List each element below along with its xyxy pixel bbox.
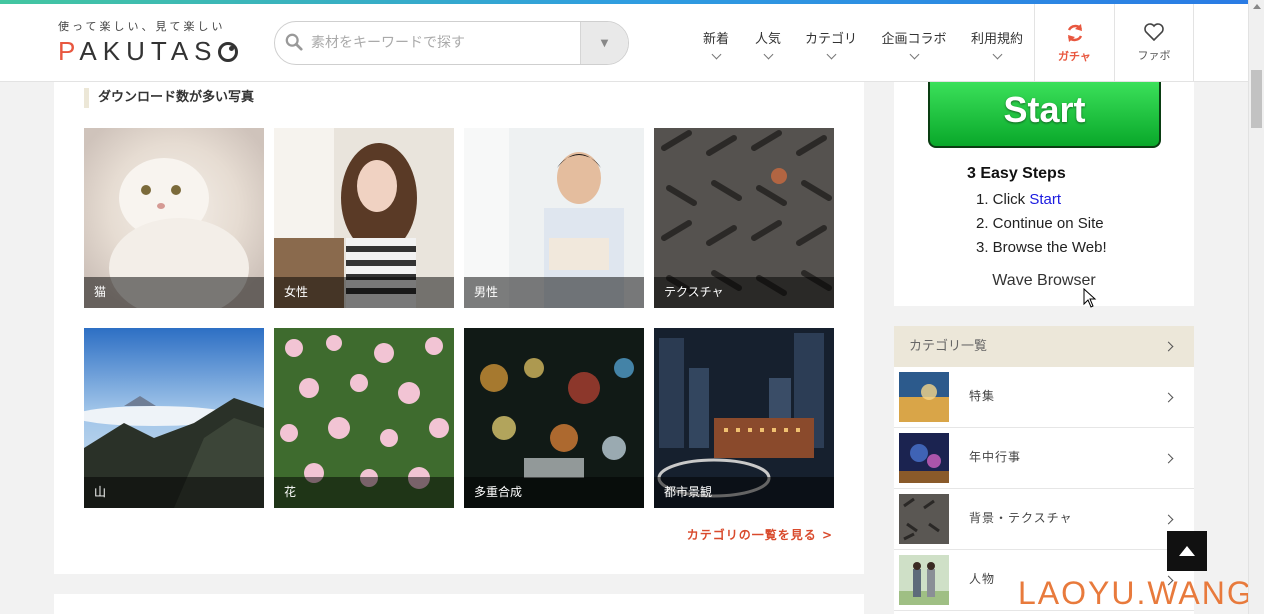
refresh-icon — [1067, 23, 1082, 42]
next-section-card — [54, 594, 864, 614]
category-list-header[interactable]: カテゴリ一覧 — [894, 326, 1194, 367]
fav-label: ファボ — [1137, 49, 1171, 62]
ad-banner: Start 3 Easy Steps 1. Click Start 2. Con… — [894, 82, 1194, 306]
ad-start-button[interactable]: Start — [928, 82, 1161, 148]
ad-start-link[interactable]: Start — [1029, 191, 1061, 208]
photo-caption: 猫 — [84, 277, 264, 308]
nav-label: カテゴリ — [804, 32, 857, 47]
watermark-text: LAOYU.WANG — [1018, 575, 1254, 611]
chevron-right-icon — [1163, 514, 1174, 525]
mouse-cursor-icon — [1083, 288, 1097, 308]
category-label: 背景・テクスチャ — [969, 511, 1073, 525]
gacha-button[interactable]: ガチャ — [1034, 4, 1114, 82]
category-item[interactable]: 背景・テクスチャ — [894, 489, 1194, 550]
logo-wordmark: PAKUTAS — [58, 36, 258, 67]
chevron-down-icon — [826, 49, 836, 60]
see-all-categories-link[interactable]: カテゴリの一覧を見る > — [687, 526, 833, 543]
site-logo[interactable]: 使って楽しい、見て楽しい PAKUTAS — [58, 18, 258, 68]
caret-down-icon: ▼ — [600, 37, 609, 49]
photo-tile[interactable]: テクスチャ — [654, 128, 834, 308]
favorites-button[interactable]: ファボ — [1114, 4, 1194, 82]
chevron-right-icon — [1163, 341, 1174, 352]
nav-item-new[interactable]: 新着 — [690, 4, 742, 82]
nav-label: 新着 — [702, 32, 729, 47]
gacha-label: ガチャ — [1058, 49, 1091, 63]
photo-caption: 男性 — [464, 277, 644, 308]
search-box: ▼ — [274, 21, 629, 65]
photo-tile[interactable]: 花 — [274, 328, 454, 508]
category-thumbnail — [899, 372, 949, 422]
photo-tile[interactable]: 都市景観 — [654, 328, 834, 508]
search-icon[interactable] — [285, 33, 303, 51]
ad-step-3: 3. Browse the Web! — [976, 239, 1107, 256]
chevron-down-icon — [992, 49, 1002, 60]
ad-step-2: 2. Continue on Site — [976, 215, 1104, 232]
ad-brand[interactable]: Wave Browser — [894, 272, 1194, 290]
photo-tile[interactable]: 男性 — [464, 128, 644, 308]
section-title: ダウンロード数が多い写真 — [84, 88, 254, 108]
category-label: 年中行事 — [969, 450, 1022, 464]
photo-caption: 山 — [84, 477, 264, 508]
category-thumbnail — [899, 555, 949, 605]
category-item[interactable]: 年中行事 — [894, 428, 1194, 489]
logo-tagline: 使って楽しい、見て楽しい — [58, 20, 226, 33]
category-thumbnail — [899, 433, 949, 483]
back-to-top-button[interactable] — [1167, 531, 1207, 571]
photo-caption: 都市景観 — [654, 477, 834, 508]
arrow-up-icon — [1179, 546, 1195, 556]
category-label: 人物 — [969, 572, 996, 586]
popular-photos-section: ダウンロード数が多い写真 猫 女性 男性 テクスチャ 山 花 多重合成 都市景観… — [54, 82, 864, 574]
scrollbar-thumb[interactable] — [1251, 70, 1262, 128]
ad-steps-title: 3 Easy Steps — [967, 165, 1066, 182]
photo-tile[interactable]: 多重合成 — [464, 328, 644, 508]
nav-label: 利用規約 — [970, 32, 1023, 47]
photo-tile[interactable]: 女性 — [274, 128, 454, 308]
search-filter-dropdown[interactable]: ▼ — [580, 22, 628, 64]
category-list: カテゴリ一覧 特集 年中行事 背景・テクスチャ 人物 — [894, 326, 1194, 614]
scroll-up-icon[interactable] — [1253, 4, 1261, 9]
chevron-right-icon — [1163, 453, 1174, 464]
photo-caption: 多重合成 — [464, 477, 644, 508]
photo-caption: テクスチャ — [654, 277, 834, 308]
page-scrollbar[interactable] — [1248, 0, 1264, 614]
category-list-title: カテゴリ一覧 — [909, 339, 988, 354]
category-thumbnail — [899, 494, 949, 544]
main-nav: 新着 人気 カテゴリ 企画コラボ 利用規約 — [690, 4, 1034, 82]
category-label: 特集 — [969, 389, 996, 403]
category-item[interactable]: 特集 — [894, 367, 1194, 428]
photo-caption: 女性 — [274, 277, 454, 308]
chevron-down-icon — [711, 49, 721, 60]
ad-steps-list: 1. Click Start 2. Continue on Site 3. Br… — [976, 188, 1107, 260]
heart-icon — [1144, 23, 1164, 41]
nav-item-popular[interactable]: 人気 — [742, 4, 794, 82]
nav-item-category[interactable]: カテゴリ — [794, 4, 868, 82]
nav-label: 企画コラボ — [881, 32, 947, 47]
nav-item-terms[interactable]: 利用規約 — [960, 4, 1034, 82]
chevron-right-icon — [1163, 392, 1174, 403]
photo-tile[interactable]: 猫 — [84, 128, 264, 308]
ad-step-1: 1. Click Start — [976, 191, 1062, 208]
chevron-down-icon — [763, 49, 773, 60]
chevron-down-icon — [909, 49, 919, 60]
nav-label: 人気 — [754, 32, 781, 47]
nav-item-collab[interactable]: 企画コラボ — [868, 4, 960, 82]
photo-caption: 花 — [274, 477, 454, 508]
photo-tile[interactable]: 山 — [84, 328, 264, 508]
search-input[interactable] — [311, 22, 581, 64]
